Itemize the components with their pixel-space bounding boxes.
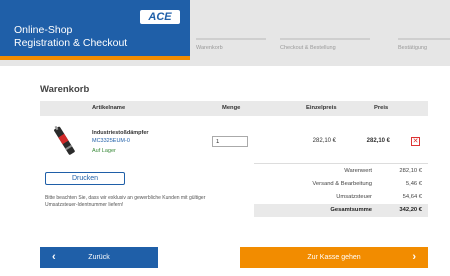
totals-row-shipping: Versand & Bearbeitung 5,46 € (254, 178, 428, 191)
totals-label: Warenwert (344, 168, 372, 174)
back-button-label: Zurück (88, 254, 110, 261)
line-price: 282,10 € (366, 138, 390, 144)
totals-table: Warenwert 282,10 € Versand & Bearbeitung… (254, 165, 428, 217)
totals-row-grand-total: Gesamtsumme 342,20 € (254, 204, 428, 217)
brand-panel: ACE Online-Shop Registration & Checkout (0, 0, 190, 60)
column-unit-price: Einzelpreis (306, 105, 337, 111)
stock-status: Auf Lager (92, 148, 116, 154)
chevron-right-icon: › (412, 251, 416, 263)
totals-value: 54,64 € (402, 194, 422, 200)
close-icon: ✕ (412, 138, 419, 145)
checkout-button[interactable]: Zur Kasse gehen › (240, 247, 428, 268)
remove-item-button[interactable]: ✕ (411, 137, 420, 146)
unit-price: 282,10 € (312, 138, 336, 144)
product-image (54, 126, 75, 155)
totals-value: 282,10 € (399, 168, 422, 174)
step-checkout: Checkout & Bestellung (280, 38, 370, 60)
back-button[interactable]: ‹ Zurück (40, 247, 158, 268)
ace-logo[interactable]: ACE (140, 10, 180, 24)
column-article-name: Artikelname (92, 105, 126, 111)
checkout-steps: Warenkorb Checkout & Bestellung Bestätig… (190, 38, 450, 60)
vat-notice: Bitte beachten Sie, dass wir exklusiv an… (45, 195, 206, 208)
checkout-button-label: Zur Kasse gehen (307, 254, 361, 261)
column-price: Preis (374, 105, 389, 111)
quantity-input[interactable] (212, 136, 248, 147)
cart-table-header: Artikelname Menge Einzelpreis Preis (40, 101, 428, 116)
totals-label: Gesamtsumme (330, 207, 372, 213)
cart-title: Warenkorb (40, 84, 90, 95)
totals-value: 342,20 € (399, 207, 422, 213)
totals-row-tax: Umsatzsteuer 54,64 € (254, 191, 428, 204)
totals-label: Versand & Bearbeitung (312, 181, 372, 187)
shop-title-line1: Online-Shop (14, 24, 73, 36)
column-quantity: Menge (222, 105, 241, 111)
step-confirmation: Bestätigung (398, 38, 450, 60)
product-sku-link[interactable]: MC3325EUM-0 (92, 138, 130, 144)
step-cart: Warenkorb (196, 38, 266, 60)
totals-row-goods-value: Warenwert 282,10 € (254, 165, 428, 178)
totals-divider (254, 163, 428, 164)
shop-title-line2: Registration & Checkout (14, 37, 128, 49)
shop-title: Online-Shop Registration & Checkout (14, 24, 127, 50)
header: ACE Online-Shop Registration & Checkout … (0, 0, 450, 66)
print-button[interactable]: Drucken (45, 172, 125, 185)
product-name: Industriestoßdämpfer (92, 130, 149, 136)
totals-value: 5,46 € (405, 181, 422, 187)
totals-label: Umsatzsteuer (336, 194, 372, 200)
